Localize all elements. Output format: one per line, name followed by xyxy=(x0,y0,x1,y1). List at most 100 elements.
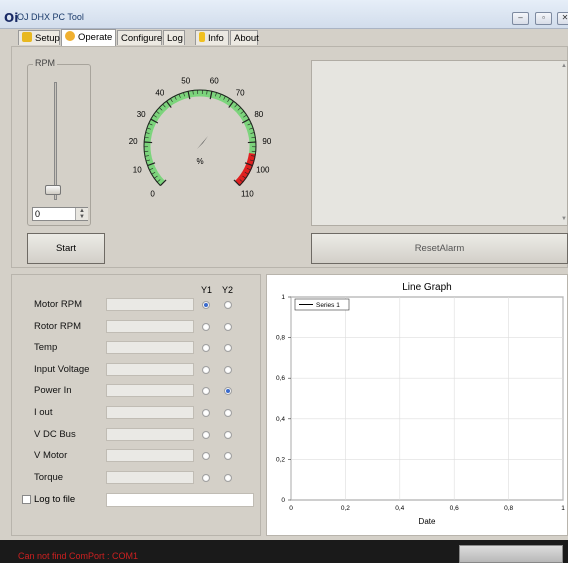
measurement-value-field xyxy=(106,341,194,354)
radio-y1-motor-rpm[interactable] xyxy=(202,301,210,309)
radio-y1-v-dc-bus[interactable] xyxy=(202,431,210,439)
gauge-tick-label: 80 xyxy=(254,110,263,119)
x-tick-label: 0,2 xyxy=(341,505,350,512)
y-tick-label: 0,8 xyxy=(276,335,285,342)
gauge-tick-label: 100 xyxy=(256,165,270,174)
log-to-file-label: Log to file xyxy=(34,494,76,505)
measurement-value-field xyxy=(106,320,194,333)
radio-y2-torque[interactable] xyxy=(224,474,232,482)
gauge-tick-label: 90 xyxy=(262,137,271,146)
status-message: Can not find ComPort : COM1 xyxy=(18,551,139,561)
measurement-label: Torque xyxy=(34,472,64,483)
measurement-label: V DC Bus xyxy=(34,429,76,440)
gauge-tick xyxy=(247,141,256,144)
x-tick-label: 0 xyxy=(289,505,293,512)
gauge-needle xyxy=(197,106,240,149)
measurement-label: I out xyxy=(34,407,53,418)
y-tick-label: 0 xyxy=(281,497,285,504)
measurement-value-field xyxy=(106,471,194,484)
radio-y2-input-voltage[interactable] xyxy=(224,366,232,374)
radio-y2-temp[interactable] xyxy=(224,344,232,352)
window-title: OJ DHX PC Tool xyxy=(17,12,84,22)
measurement-label: Rotor RPM xyxy=(34,321,81,332)
title-bar xyxy=(0,0,568,29)
measurement-value-field xyxy=(106,449,194,462)
gauge-tick-label: 50 xyxy=(181,77,190,86)
setup-icon xyxy=(22,32,32,42)
maximize-button[interactable]: ▫ xyxy=(535,12,552,25)
radio-y1-temp[interactable] xyxy=(202,344,210,352)
tab-label: Operate xyxy=(78,32,113,43)
rpm-gauge: 0 10 20 30 40 50 60 70 80 90 100 110% xyxy=(129,77,272,198)
scroll-down-icon[interactable]: ▼ xyxy=(561,216,567,222)
tab-about[interactable]: About xyxy=(230,30,259,45)
legend-label: Series 1 xyxy=(316,302,340,309)
measurement-value-field xyxy=(106,428,194,441)
radio-y1-v-motor[interactable] xyxy=(202,452,210,460)
scroll-up-icon[interactable]: ▲ xyxy=(561,63,567,69)
gauge-tick-label: 20 xyxy=(129,137,138,146)
spinner-arrows-icon[interactable]: ▲ ▼ xyxy=(75,208,88,220)
measurement-label: Temp xyxy=(34,342,58,353)
gauge-tick-label: 60 xyxy=(210,77,219,86)
measurement-label: Power In xyxy=(34,385,72,396)
gauge-tick-label: 30 xyxy=(137,110,146,119)
measurement-value-field xyxy=(106,298,194,311)
chart-title: Line Graph xyxy=(402,282,451,293)
radio-y2-motor-rpm[interactable] xyxy=(224,301,232,309)
gauge-tick-label: 40 xyxy=(155,88,164,97)
y1-column-header: Y1 xyxy=(201,285,213,295)
log-file-path-field[interactable] xyxy=(106,493,254,507)
line-graph-panel: Line Graph 0 0,2 0,4 0,6 0,8 1 0 0,2 0,4 0,6 0,8 1 Da… xyxy=(266,274,568,536)
tab-setup[interactable]: Setup xyxy=(18,30,60,45)
log-to-file-checkbox[interactable] xyxy=(22,495,31,504)
measurement-value-field xyxy=(106,384,194,397)
operate-icon xyxy=(65,31,75,41)
tab-info[interactable]: Info xyxy=(195,30,229,45)
y-tick-label: 0,2 xyxy=(276,456,285,463)
radio-y1-rotor-rpm[interactable] xyxy=(202,323,210,331)
rpm-slider-track[interactable] xyxy=(54,82,57,200)
measurement-value-field xyxy=(106,406,194,419)
gauge-tick-label: 70 xyxy=(236,88,245,97)
rpm-group xyxy=(27,64,91,226)
alarm-list xyxy=(311,60,568,226)
radio-y2-power-in[interactable] xyxy=(224,387,232,395)
rpm-slider-thumb[interactable] xyxy=(45,185,61,195)
reset-alarm-button[interactable]: ResetAlarm xyxy=(311,233,568,264)
radio-y1-torque[interactable] xyxy=(202,474,210,482)
x-tick-label: 0,8 xyxy=(504,505,513,512)
minimize-button[interactable]: – xyxy=(512,12,529,25)
x-axis-label: Date xyxy=(419,517,436,526)
info-icon xyxy=(199,32,205,42)
tab-label: Setup xyxy=(35,33,60,44)
radio-y1-i-out[interactable] xyxy=(202,409,210,417)
gauge-green-band xyxy=(143,89,257,186)
tab-label: Info xyxy=(208,33,224,44)
gauge-tick-label: 10 xyxy=(133,165,142,174)
tab-configure[interactable]: Configure xyxy=(117,30,162,45)
close-button[interactable]: ✕ xyxy=(557,12,568,25)
radio-y2-v-dc-bus[interactable] xyxy=(224,431,232,439)
radio-y1-input-voltage[interactable] xyxy=(202,366,210,374)
status-progress xyxy=(459,545,563,563)
radio-y1-power-in[interactable] xyxy=(202,387,210,395)
radio-y2-rotor-rpm[interactable] xyxy=(224,323,232,331)
plot-area xyxy=(290,296,564,501)
tab-label: Log xyxy=(167,33,183,44)
y-tick-label: 0,4 xyxy=(276,416,285,423)
tab-label: About xyxy=(234,33,259,44)
tab-operate[interactable]: Operate xyxy=(61,29,116,46)
measurement-label: V Motor xyxy=(34,450,68,461)
gauge-tick-label: 110 xyxy=(241,189,254,198)
x-tick-label: 0,4 xyxy=(395,505,404,512)
measurement-label: Motor RPM xyxy=(34,299,83,310)
start-button[interactable]: Start xyxy=(27,233,105,264)
x-tick-label: 0,6 xyxy=(450,505,459,512)
radio-y2-v-motor[interactable] xyxy=(224,452,232,460)
tab-label: Configure xyxy=(121,33,163,44)
gauge-unit: % xyxy=(196,157,203,166)
radio-y2-i-out[interactable] xyxy=(224,409,232,417)
y-tick-label: 1 xyxy=(281,294,285,301)
tab-log[interactable]: Log xyxy=(163,30,185,45)
